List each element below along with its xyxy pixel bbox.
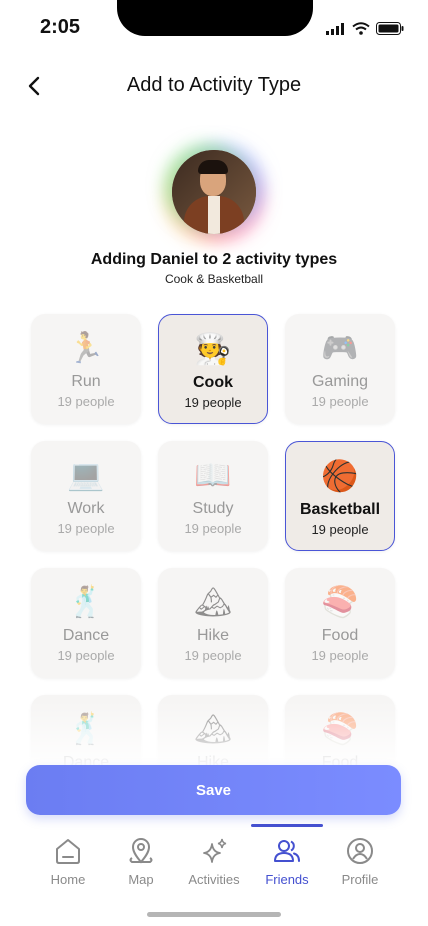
activity-count: 19 people (184, 648, 242, 663)
tab-profile[interactable]: Profile (324, 836, 396, 887)
tab-label: Home (50, 872, 86, 887)
activity-name: Basketball (299, 501, 381, 518)
sparkles-icon (203, 838, 227, 863)
tab-label: Profile (341, 872, 379, 887)
activity-count: 19 people (311, 522, 369, 537)
activity-name: Hike (196, 627, 229, 644)
tab-label: Friends (265, 872, 309, 887)
home-icon (56, 839, 80, 864)
activity-name: Dance (62, 627, 110, 644)
activity-count: 19 people (311, 648, 369, 663)
avatar-glow (172, 150, 256, 234)
status-icons (326, 22, 404, 35)
mountain-icon: 🏔 (193, 713, 233, 746)
activity-name: Run (71, 373, 101, 390)
tab-bar: Home Map Activities Friends Profile (0, 824, 428, 896)
signal-icon (326, 22, 344, 35)
status-bar: 2:05 (0, 0, 428, 50)
tab-label: Map (128, 872, 154, 887)
profile-icon (347, 838, 373, 864)
mountain-icon: 🏔 (193, 586, 233, 619)
home-indicator (147, 912, 281, 917)
tab-activities[interactable]: Activities (178, 836, 250, 887)
active-tab-indicator (251, 824, 323, 827)
summary-title: Adding Daniel to 2 activity types (90, 251, 338, 268)
tab-home[interactable]: Home (32, 836, 104, 887)
tab-map[interactable]: Map (105, 836, 177, 887)
laptop-icon: 💻 (67, 459, 105, 492)
wifi-icon (352, 22, 370, 35)
activity-card-basketball[interactable]: 🏀 Basketball 19 people (285, 441, 395, 551)
activity-card-hike[interactable]: 🏔 Hike 19 people (158, 568, 268, 678)
dancer-icon: 🕺 (67, 586, 105, 619)
friends-icon (274, 840, 300, 862)
sushi-icon: 🍣 (321, 586, 359, 619)
activity-name: Gaming (311, 373, 369, 390)
activity-card-cook[interactable]: 🧑‍🍳 Cook 19 people (158, 314, 268, 424)
activity-card-work[interactable]: 💻 Work 19 people (31, 441, 141, 551)
tab-friends[interactable]: Friends (251, 836, 323, 887)
activity-count: 19 people (57, 648, 115, 663)
activity-count: 19 people (57, 521, 115, 536)
activity-card-study[interactable]: 📖 Study 19 people (158, 441, 268, 551)
runner-icon: 🏃 (67, 332, 105, 365)
basketball-icon: 🏀 (321, 460, 359, 493)
device-notch (117, 0, 313, 36)
activity-card-gaming[interactable]: 🎮 Gaming 19 people (285, 314, 395, 424)
activity-name: Work (67, 500, 105, 517)
gamepad-icon: 🎮 (321, 332, 359, 365)
activity-card-food[interactable]: 🍣 Food 19 people (285, 568, 395, 678)
activity-count: 19 people (311, 394, 369, 409)
activity-name: Study (192, 500, 234, 517)
save-button[interactable]: Save (26, 765, 401, 815)
activity-card-run[interactable]: 🏃 Run 19 people (31, 314, 141, 424)
sushi-icon: 🍣 (321, 713, 359, 746)
dancer-icon: 🕺 (67, 713, 105, 746)
cook-icon: 🧑‍🍳 (194, 333, 232, 366)
tab-label: Activities (188, 872, 240, 887)
activity-grid: 🏃 Run 19 people 🧑‍🍳 Cook 19 people 🎮 Gaming 19 p… (31, 314, 397, 805)
activity-count: 19 people (57, 394, 115, 409)
activity-count: 19 people (184, 521, 242, 536)
activity-name: Food (321, 627, 359, 644)
activity-card-dance[interactable]: 🕺 Dance 19 people (31, 568, 141, 678)
page-title: Add to Activity Type (126, 74, 302, 96)
battery-icon (376, 22, 404, 35)
map-pin-icon (129, 838, 153, 864)
summary-subtitle: Cook & Basketball (164, 272, 264, 286)
book-icon: 📖 (194, 459, 232, 492)
status-time: 2:05 (40, 16, 81, 38)
avatar (172, 150, 256, 234)
activity-count: 19 people (184, 395, 242, 410)
activity-name: Cook (193, 374, 233, 391)
nav-header: Add to Activity Type (0, 70, 428, 102)
